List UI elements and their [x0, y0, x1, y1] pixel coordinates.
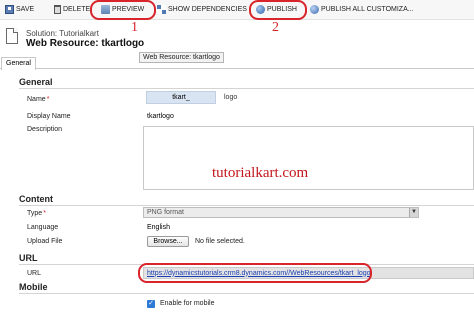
publish-all-label: PUBLISH ALL CUSTOMIZA...: [321, 6, 414, 13]
upload-file-label: Upload File: [27, 238, 63, 245]
browse-button[interactable]: Browse...: [147, 236, 189, 247]
display-name-input[interactable]: tkartlogo: [143, 111, 474, 122]
section-general-heading: General: [19, 77, 53, 87]
tab-bar: General: [0, 56, 474, 70]
save-icon: [5, 5, 14, 14]
language-label: Language: [27, 224, 59, 231]
required-asterisk: *: [46, 96, 50, 103]
url-label: URL: [27, 270, 42, 277]
required-asterisk: *: [43, 210, 46, 217]
save-button[interactable]: SAVE: [5, 3, 34, 16]
url-highlight: [138, 263, 372, 283]
enable-mobile-checkbox[interactable]: ✓: [147, 300, 155, 308]
section-divider: [19, 88, 474, 89]
type-select-value: PNG format: [147, 209, 184, 216]
tab-general[interactable]: General: [1, 57, 36, 70]
show-dependencies-button[interactable]: SHOW DEPENDENCIES: [157, 3, 247, 16]
save-label: SAVE: [16, 6, 35, 13]
section-url-heading: URL: [19, 253, 38, 263]
command-bar: SAVE DELETE PREVIEW SHOW DEPENDENCIES PU…: [0, 0, 474, 20]
watermark-text: tutorialkart.com: [212, 165, 309, 181]
preview-highlight: [90, 0, 156, 20]
page-title: Web Resource: tkartlogo: [26, 38, 145, 49]
display-name-label: Display Name: [27, 113, 71, 120]
language-field[interactable]: English: [143, 222, 474, 233]
annotation-number-2: 2: [272, 20, 279, 35]
trash-icon: [54, 5, 61, 14]
dependencies-icon: [157, 5, 166, 14]
enable-mobile-label: Enable for mobile: [160, 300, 215, 307]
web-resource-icon: [6, 28, 18, 44]
section-mobile-heading: Mobile: [19, 282, 48, 292]
chevron-down-icon: ▼: [409, 208, 418, 217]
description-label: Description: [27, 126, 63, 133]
description-textarea[interactable]: [143, 126, 474, 190]
type-select[interactable]: PNG format ▼: [143, 207, 419, 218]
delete-button[interactable]: DELETE: [54, 3, 90, 16]
section-divider: [19, 293, 474, 294]
title-tooltip: Web Resource: tkartlogo: [139, 52, 224, 63]
section-divider: [19, 205, 474, 206]
publish-highlight: [249, 0, 307, 20]
solution-breadcrumb[interactable]: Solution: Tutorialkart: [26, 29, 99, 38]
publish-all-button[interactable]: PUBLISH ALL CUSTOMIZA...: [310, 3, 414, 16]
no-file-text: No file selected.: [195, 238, 245, 245]
show-dependencies-label: SHOW DEPENDENCIES: [168, 6, 247, 13]
publish-all-icon: [310, 5, 319, 14]
delete-label: DELETE: [63, 6, 91, 13]
name-prefix-field: tkart_: [146, 91, 216, 104]
section-content-heading: Content: [19, 194, 53, 204]
name-input[interactable]: logo: [224, 94, 237, 101]
type-label: Type*: [27, 210, 46, 217]
name-label: Name*: [27, 96, 50, 103]
annotation-number-1: 1: [131, 20, 138, 35]
